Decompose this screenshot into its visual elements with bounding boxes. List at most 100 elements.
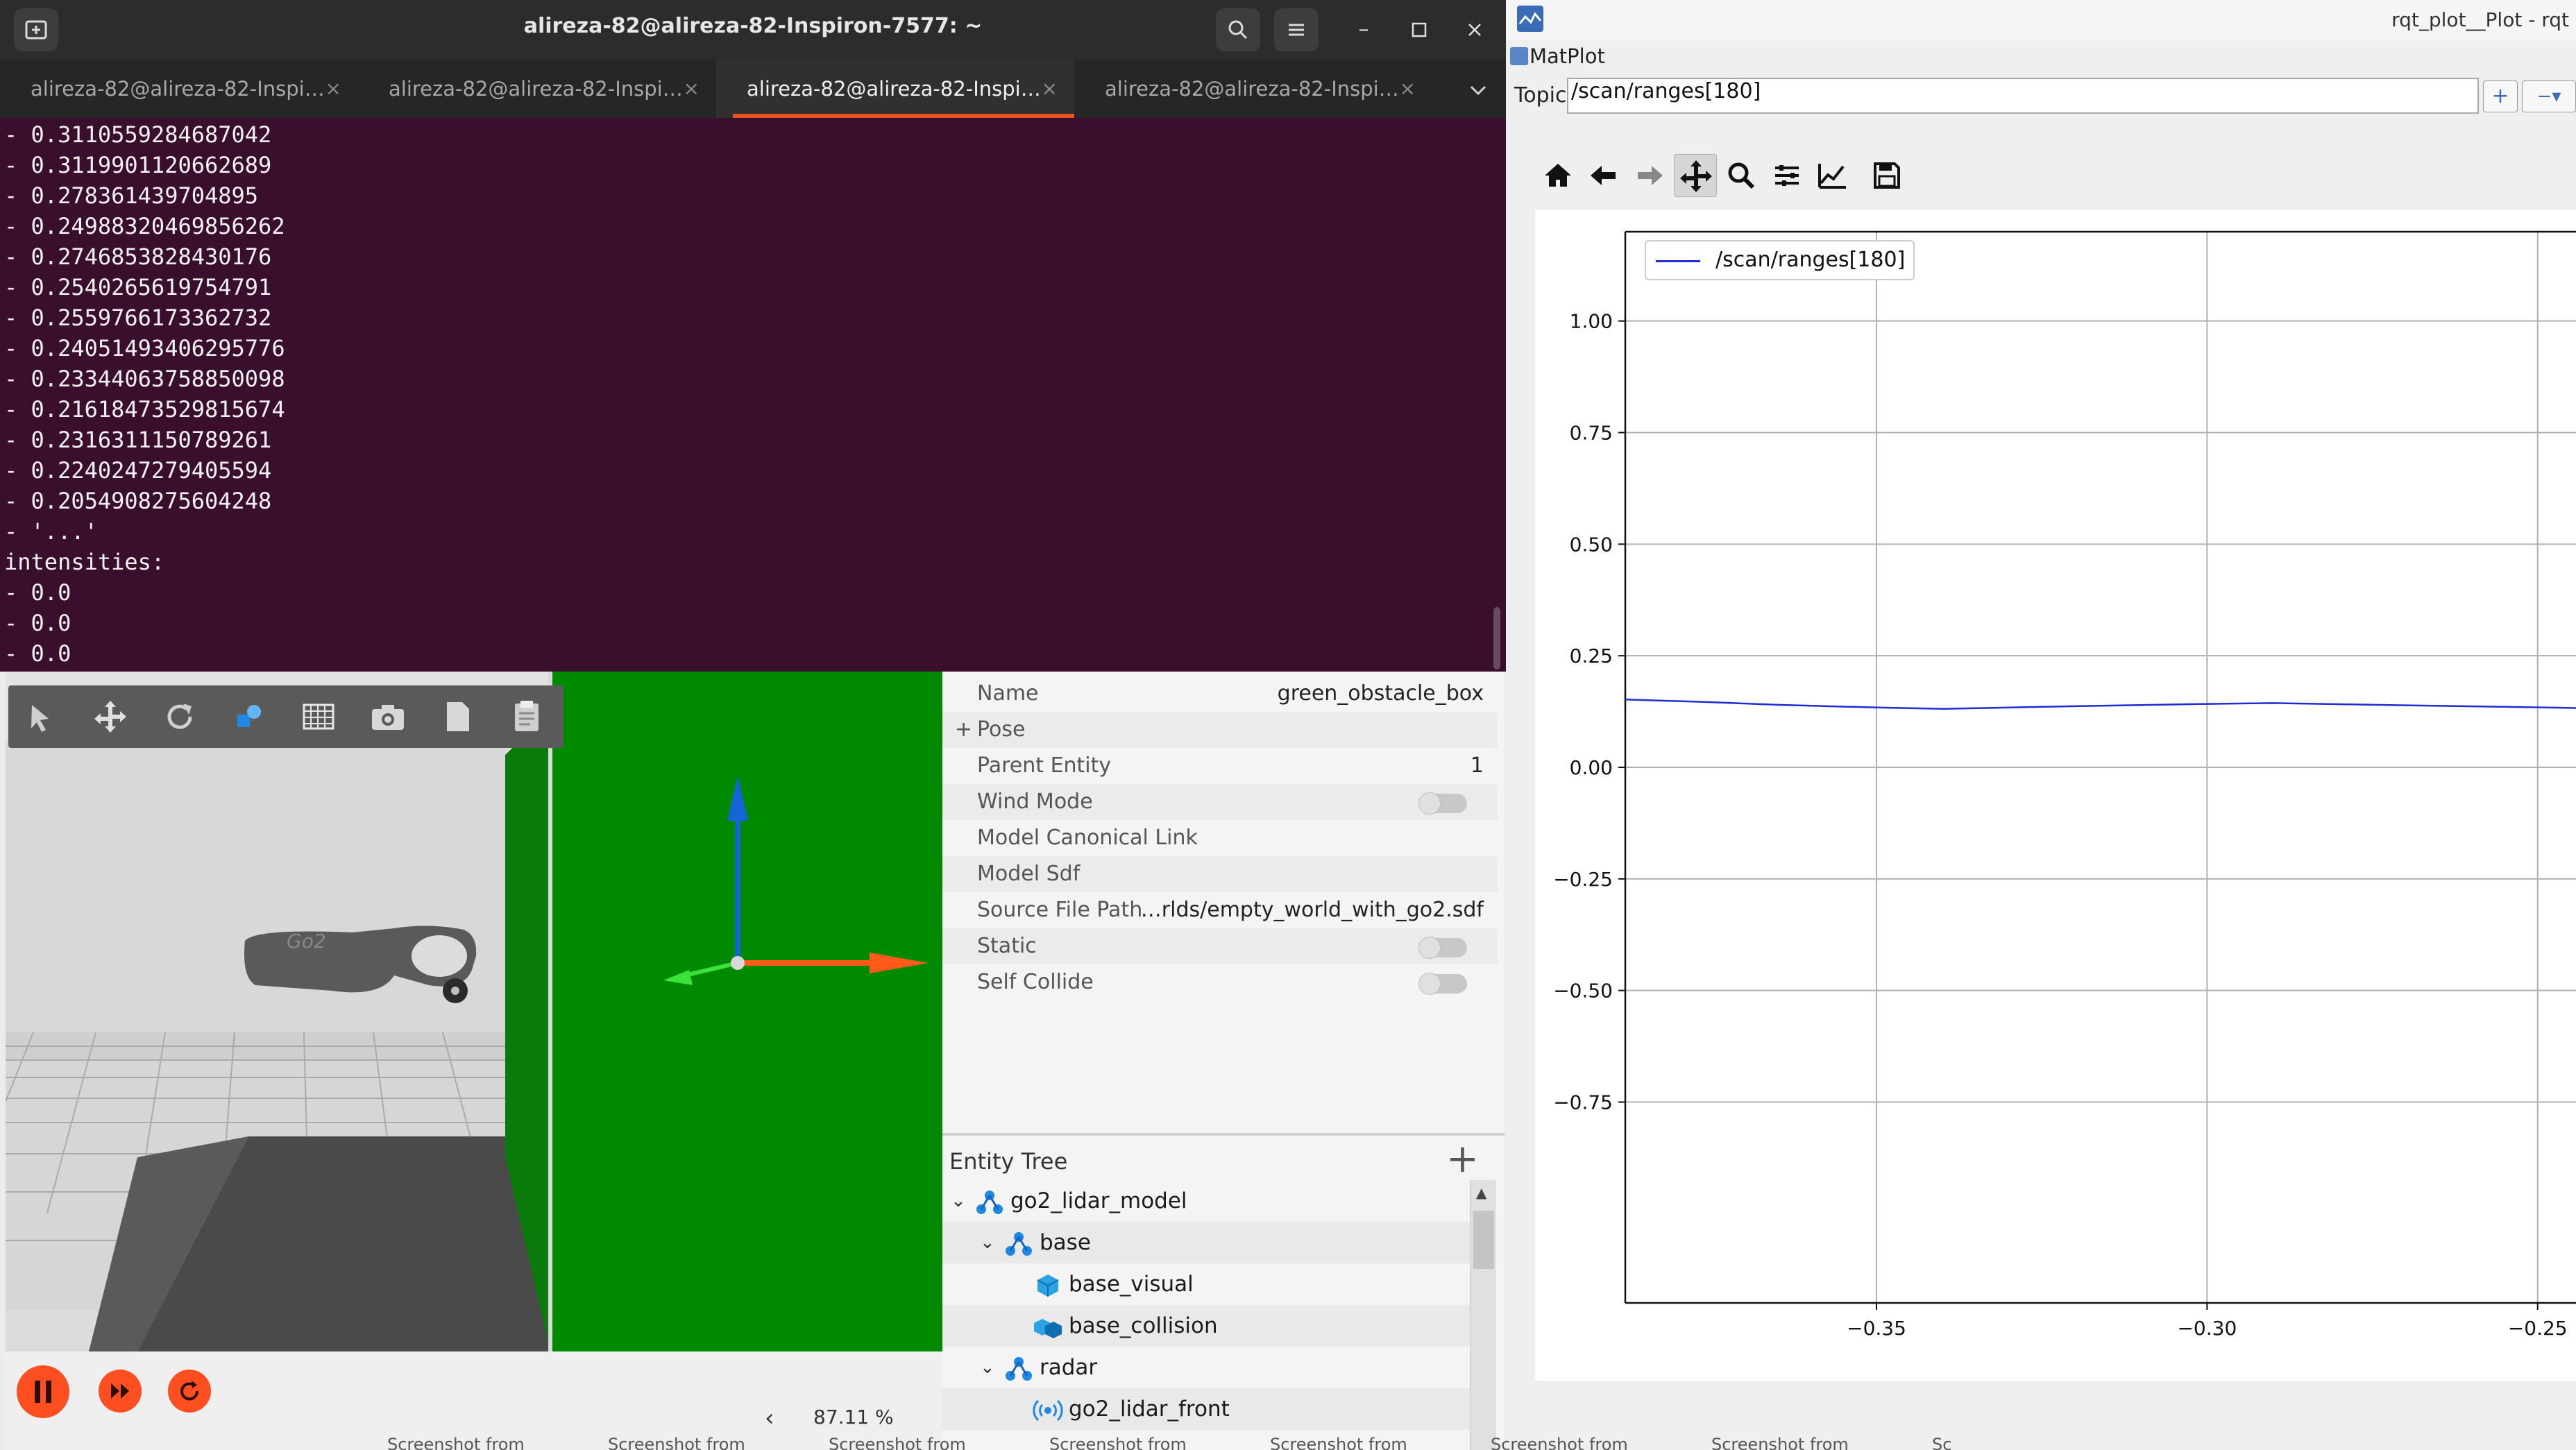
maximize-button[interactable] [1402,14,1437,46]
tree-item-go2-lidar-front[interactable]: go2_lidar_front [942,1388,1473,1430]
back-button[interactable] [1582,154,1625,197]
taskbar-item[interactable]: Sc [1932,1435,1951,1450]
taskbar-item[interactable]: Screenshot from [1711,1435,1849,1450]
save-button[interactable] [1865,154,1908,197]
tree-item-base[interactable]: ⌄ base [942,1222,1473,1263]
edit-curves-icon [1818,164,1846,189]
active-tab-indicator [733,114,1074,118]
copy-button[interactable] [436,695,479,738]
prop-row-source-file-path: Source File Path …rlds/empty_world_with_… [942,892,1498,928]
terminal-line: - 0.0 [4,610,71,636]
home-button[interactable] [1536,154,1579,197]
static-toggle[interactable] [1418,937,1467,959]
scene-viewport[interactable]: Go2 [6,672,942,1450]
translate-mode-button[interactable] [89,695,132,738]
terminal-tab-4[interactable]: alireza-82@alireza-82-Inspi… × [1074,60,1432,118]
wind-mode-toggle[interactable] [1418,792,1467,814]
search-button[interactable] [1216,8,1260,51]
prop-label: Parent Entity [977,753,1112,778]
copy-icon [447,702,469,731]
remove-topic-button[interactable]: −▾ [2522,80,2576,112]
collapse-arrow-icon[interactable]: ‹ [765,1404,774,1432]
reset-button[interactable] [168,1370,211,1413]
terminal-tab-1[interactable]: alireza-82@alireza-82-Inspi… × [0,60,358,118]
minimize-button[interactable]: – [1346,14,1381,46]
tab-close-icon[interactable]: × [325,60,341,118]
expand-icon[interactable]: + [955,712,972,748]
grid-icon [303,703,334,730]
configure-subplots-button[interactable] [1765,154,1808,197]
shapes-button[interactable] [228,695,271,738]
prop-value[interactable]: green_obstacle_box [1278,676,1484,712]
close-button[interactable] [1457,14,1492,46]
tree-item-label: base [1040,1230,1091,1255]
chevron-down-icon[interactable] [1464,76,1492,104]
edit-curves-button[interactable] [1811,154,1854,197]
pan-button[interactable] [1674,154,1717,197]
camera-icon [372,705,404,730]
terminal-line: - 0.2746853828430176 [4,244,272,270]
tab-close-icon[interactable]: × [1400,60,1416,118]
plot-canvas[interactable]: 1.00 0.75 0.50 0.25 0.00 −0.25 −0.50 −0.75 −0.35… [1535,210,2576,1381]
terminal-tab-3[interactable]: alireza-82@alireza-82-Inspi… × [716,60,1074,118]
chevron-down-icon[interactable]: ⌄ [951,1180,966,1222]
rqt-titlebar: rqt_plot__Plot - rqt [1506,0,2576,40]
self-collide-toggle[interactable] [1418,973,1467,995]
tree-item-base-visual[interactable]: base_visual [942,1263,1473,1305]
grid-button[interactable] [297,695,340,738]
step-button[interactable] [99,1370,142,1413]
legend-swatch [1656,260,1700,262]
zoom-button[interactable] [1720,154,1763,197]
select-mode-button[interactable] [19,695,62,738]
scrollbar-thumb[interactable] [1473,1211,1494,1269]
gazebo-window: Go2 ‹ 87.11 % Name green_obstacle_box + … [0,672,1506,1450]
desktop: alireza-82@alireza-82-Inspiron-7577: ~ –… [0,0,2576,1450]
paste-button[interactable] [505,695,548,738]
x-tick-label: −0.35 [1847,1317,1906,1340]
taskbar-item[interactable]: Screenshot from [608,1435,745,1450]
y-tick-label: −0.25 [1553,868,1613,891]
taskbar-item[interactable]: Screenshot from [1270,1435,1407,1450]
prop-label: Name [977,681,1039,706]
add-entity-icon[interactable]: + [1446,1138,1479,1180]
pause-button[interactable] [17,1365,69,1418]
taskbar-item[interactable]: Screenshot from [1049,1435,1187,1450]
taskbar-strip: Screenshot from Screenshot from Screenshot… [333,1435,1999,1450]
legend[interactable]: /scan/ranges[180] [1645,240,1915,280]
forward-icon [1638,166,1663,185]
prop-row-pose[interactable]: + Pose [942,712,1498,748]
search-icon [1228,20,1248,40]
toggle-knob [1418,792,1441,814]
topic-input[interactable]: /scan/ranges[180] [1567,78,2479,114]
close-icon [1468,24,1481,36]
translate-icon [94,701,126,733]
terminal-output[interactable]: - 0.3110559284687042 - 0.3119901120662689… [4,119,1496,669]
y-tick-label: −0.50 [1553,980,1613,1003]
taskbar-item[interactable]: Screenshot from [387,1435,525,1450]
rotate-mode-button[interactable] [158,695,201,738]
taskbar-item[interactable]: Screenshot from [1491,1435,1628,1450]
y-tick-label: −0.75 [1553,1091,1613,1114]
home-icon [1545,164,1571,187]
tab-close-icon[interactable]: × [684,60,700,118]
menu-button[interactable] [1274,8,1319,51]
screenshot-button[interactable] [366,695,409,738]
entity-tree-scrollbar[interactable]: ▲ [1470,1180,1496,1450]
tree-item-radar[interactable]: ⌄ radar [942,1347,1473,1388]
add-topic-button[interactable]: + [2483,80,2518,112]
chevron-down-icon[interactable]: ⌄ [980,1347,995,1388]
save-icon [1874,162,1900,189]
y-tick-label: 0.50 [1570,533,1613,556]
scroll-up-icon[interactable]: ▲ [1476,1184,1486,1201]
prop-label: Model Sdf [977,862,1081,886]
prop-value: 1 [1470,753,1484,778]
taskbar-item[interactable]: Screenshot from [829,1435,966,1450]
chevron-down-icon[interactable]: ⌄ [980,1222,995,1263]
tree-item-base-collision[interactable]: base_collision [942,1305,1473,1347]
forward-button[interactable] [1628,154,1671,197]
tree-item-go2-lidar-model[interactable]: ⌄ go2_lidar_model [942,1180,1473,1222]
tab-close-icon[interactable]: × [1042,60,1058,118]
terminal-scrollbar[interactable] [1493,607,1500,669]
terminal-tab-2[interactable]: alireza-82@alireza-82-Inspi… × [358,60,716,118]
terminal-line: intensities: [4,549,165,575]
